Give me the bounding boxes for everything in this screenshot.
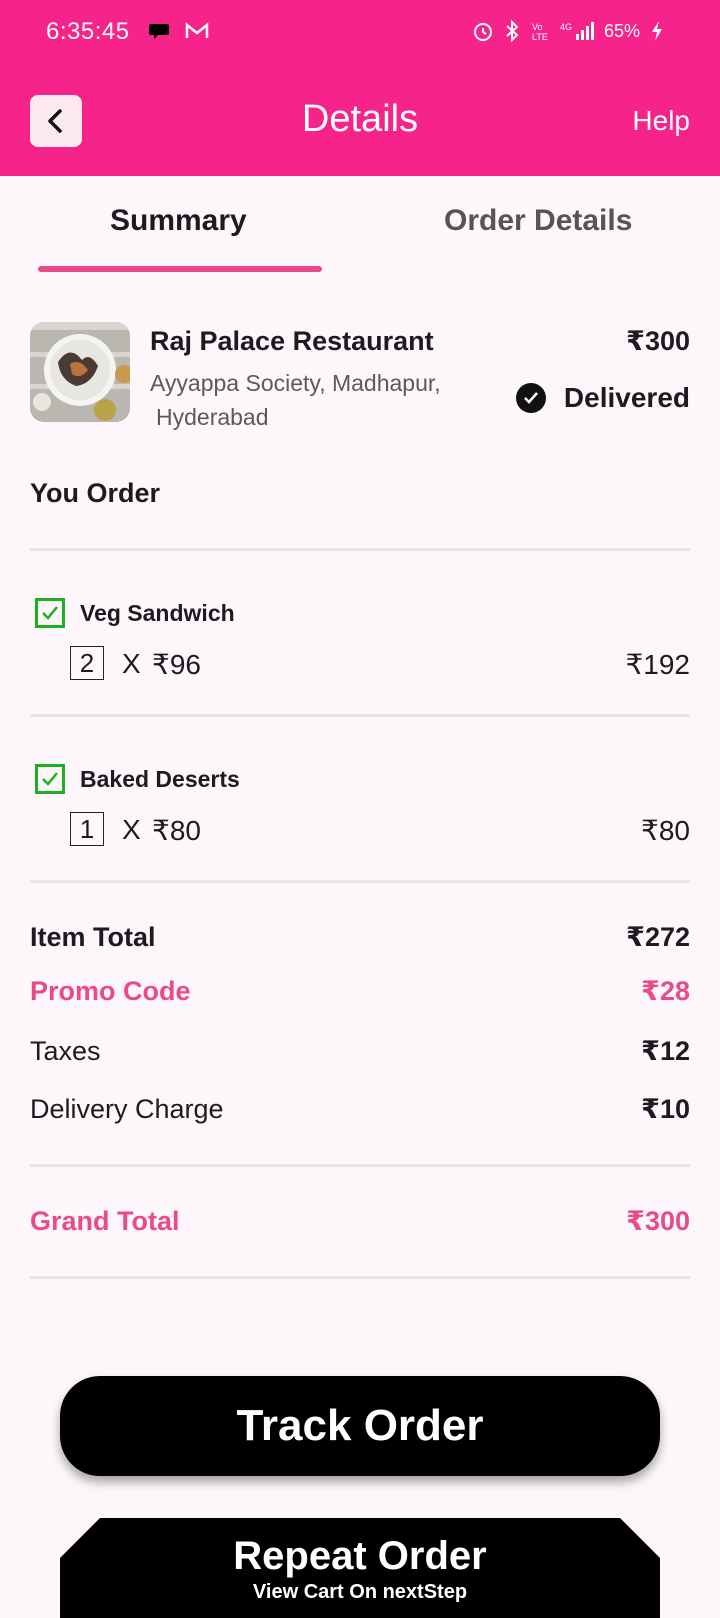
- promo-code-row: Promo Code ₹28: [30, 976, 690, 1016]
- order-item: Baked Deserts 1 X ₹80 ₹80: [30, 756, 690, 866]
- divider: [30, 1164, 690, 1167]
- repeat-order-sublabel: View Cart On nextStep: [252, 1581, 468, 1603]
- item-total-row: Item Total ₹272: [30, 922, 690, 962]
- item-name: Veg Sandwich: [80, 600, 235, 626]
- svg-text:Vo: Vo: [532, 22, 543, 32]
- item-unit-price: ₹80: [152, 815, 201, 846]
- multiply-sign: X: [122, 814, 141, 845]
- page-title: Details: [301, 98, 419, 140]
- charging-icon: [652, 21, 662, 41]
- order-amount: ₹300: [626, 326, 690, 356]
- delivery-charge-label: Delivery Charge: [30, 1094, 224, 1124]
- item-total-value: ₹272: [626, 922, 690, 952]
- volte-icon: Vo LTE: [532, 22, 548, 42]
- app-header: 6:35:45 Vo LTE 4G 65% Details Help: [0, 0, 720, 176]
- promo-code-value: ₹28: [641, 976, 690, 1006]
- chat-bubble-icon: [149, 24, 169, 39]
- tab-indicator: [38, 266, 322, 272]
- track-order-button[interactable]: Track Order: [60, 1376, 660, 1476]
- taxes-value: ₹12: [641, 1036, 690, 1066]
- promo-code-label: Promo Code: [30, 976, 191, 1006]
- svg-text:4G: 4G: [560, 22, 572, 32]
- restaurant-address: Ayyappa Society, Madhapur, Hyderabad: [150, 366, 441, 434]
- address-line-1: Ayyappa Society, Madhapur,: [150, 370, 441, 396]
- veg-check-icon: [35, 764, 65, 794]
- item-line-total: ₹192: [625, 649, 690, 680]
- signal-4g-icon: 4G: [560, 22, 594, 40]
- taxes-label: Taxes: [30, 1036, 101, 1066]
- status-time: 6:35:45: [46, 18, 130, 45]
- section-title-order: You Order: [30, 478, 161, 508]
- battery-percent: 65%: [603, 20, 640, 41]
- delivery-charge-row: Delivery Charge ₹10: [30, 1094, 690, 1134]
- gmail-icon: [185, 22, 209, 38]
- svg-text:LTE: LTE: [532, 32, 548, 42]
- item-total-label: Item Total: [30, 922, 156, 952]
- grand-total-row: Grand Total ₹300: [30, 1206, 690, 1246]
- divider: [30, 548, 690, 551]
- restaurant-image: [30, 322, 130, 422]
- divider: [30, 714, 690, 717]
- order-item: Veg Sandwich 2 X ₹96 ₹192: [30, 590, 690, 700]
- tab-order-details[interactable]: Order Details: [444, 204, 632, 238]
- bluetooth-icon: [506, 20, 519, 42]
- repeat-order-label: Repeat Order: [233, 1534, 487, 1578]
- taxes-row: Taxes ₹12: [30, 1036, 690, 1076]
- status-label: Delivered: [563, 382, 690, 413]
- tab-bar: Summary Order Details: [0, 176, 720, 276]
- alarm-icon: [473, 23, 492, 41]
- delivery-charge-value: ₹10: [641, 1094, 690, 1124]
- veg-check-icon: [35, 598, 65, 628]
- item-quantity: 2: [70, 646, 104, 680]
- restaurant-name: Raj Palace Restaurant: [150, 326, 434, 356]
- item-quantity: 1: [70, 812, 104, 846]
- divider: [30, 880, 690, 883]
- help-link[interactable]: Help: [632, 105, 690, 137]
- item-unit-price: ₹96: [152, 649, 201, 680]
- grand-total-value: ₹300: [626, 1206, 690, 1236]
- order-status: Delivered: [515, 382, 690, 414]
- divider: [30, 1276, 690, 1279]
- check-circle-icon: [515, 383, 546, 413]
- tab-summary[interactable]: Summary: [110, 204, 247, 238]
- status-bar: 6:35:45 Vo LTE 4G 65%: [0, 0, 720, 64]
- repeat-order-button[interactable]: Repeat Order View Cart On nextStep: [60, 1518, 660, 1618]
- multiply-sign: X: [122, 648, 141, 679]
- restaurant-card[interactable]: Raj Palace Restaurant Ayyappa Society, M…: [30, 322, 690, 432]
- address-line-2: Hyderabad: [156, 404, 269, 430]
- item-line-total: ₹80: [641, 815, 690, 846]
- grand-total-label: Grand Total: [30, 1206, 180, 1236]
- item-name: Baked Deserts: [80, 766, 240, 792]
